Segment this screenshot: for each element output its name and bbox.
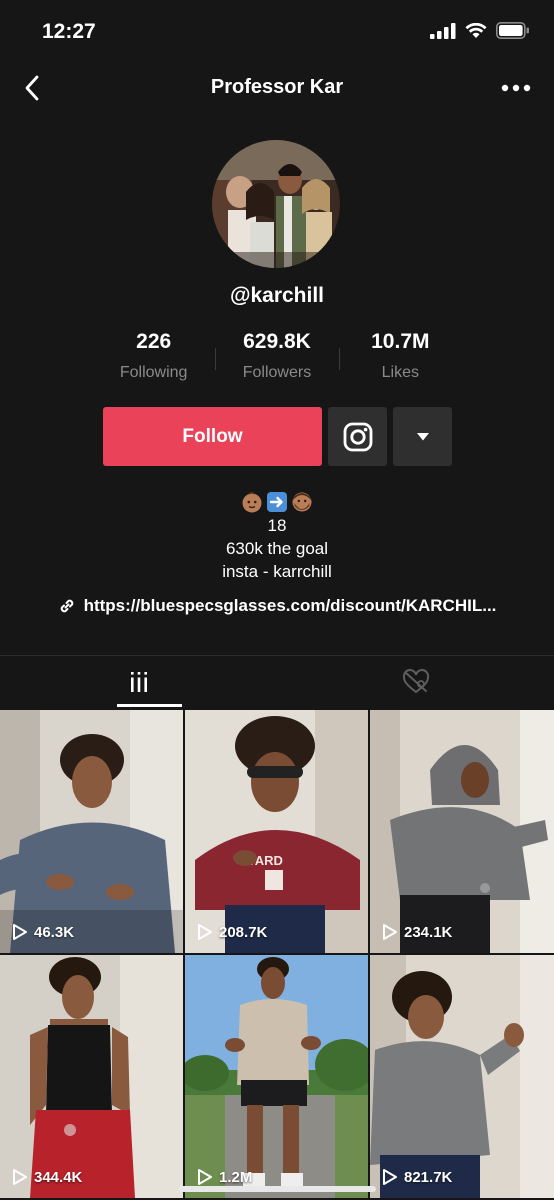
video-thumbnail[interactable]: 821.7K <box>370 955 554 1198</box>
video-thumbnail-image <box>370 710 554 953</box>
home-indicator[interactable] <box>178 1186 376 1192</box>
video-thumbnail-image <box>0 955 183 1198</box>
bio-link-text: https://bluespecsglasses.com/discount/KA… <box>83 596 497 615</box>
stat-following[interactable]: 226 Following <box>92 330 215 382</box>
profile-handle: @karchill <box>229 284 325 307</box>
tab-videos[interactable] <box>0 656 277 708</box>
following-count: 226 <box>136 330 172 353</box>
video-thumbnail[interactable]: 344.4K <box>0 955 183 1198</box>
video-thumbnail-image <box>185 955 368 1198</box>
bearded-man-emoji-icon <box>292 492 312 512</box>
bio-line-goal: 630k the goal <box>225 539 329 558</box>
bio-line-age: 18 <box>267 516 287 535</box>
status-time: 12:27 <box>42 20 96 43</box>
profile-tabs <box>0 655 554 708</box>
suggested-accounts-button[interactable] <box>393 407 452 466</box>
cellular-signal-icon <box>430 22 456 39</box>
tab-liked[interactable] <box>277 656 554 708</box>
right-arrow-emoji-icon <box>267 492 287 512</box>
play-icon <box>198 924 212 940</box>
wifi-icon <box>465 22 487 38</box>
profile-bio: 18 630k the goal insta - karrchill <box>0 490 554 583</box>
instagram-icon <box>343 422 372 451</box>
liked-videos-hidden-icon <box>402 669 429 694</box>
profile-avatar[interactable] <box>212 140 340 268</box>
follow-button[interactable]: Follow <box>103 407 322 466</box>
view-count: 344.4K <box>34 1168 83 1186</box>
play-icon <box>383 1169 397 1185</box>
status-icons <box>430 22 530 39</box>
video-views: 1.2M <box>197 1168 252 1186</box>
likes-count: 10.7M <box>371 330 430 353</box>
active-tab-indicator <box>117 704 182 707</box>
video-thumbnail-image <box>0 710 183 953</box>
view-count: 234.1K <box>404 923 453 941</box>
view-count: 821.7K <box>404 1168 453 1186</box>
caret-down-icon <box>416 432 429 440</box>
video-thumbnail[interactable]: 1.2M <box>185 955 368 1198</box>
more-options-button[interactable] <box>496 74 536 102</box>
avatar-photo <box>212 140 340 268</box>
bio-link[interactable]: https://bluespecsglasses.com/discount/KA… <box>0 596 554 616</box>
status-bar: 12:27 <box>0 0 554 64</box>
video-thumbnail[interactable]: VARD 208.7K <box>185 710 368 953</box>
play-icon <box>198 1169 212 1185</box>
followers-label: Followers <box>242 364 312 381</box>
video-grid-icon <box>130 672 147 692</box>
battery-icon <box>496 22 529 39</box>
instagram-button[interactable] <box>328 407 387 466</box>
play-icon <box>383 924 397 940</box>
link-icon <box>60 599 73 613</box>
view-count: 208.7K <box>219 923 268 941</box>
page-title: Professor Kar <box>210 76 344 98</box>
video-views: 344.4K <box>12 1168 82 1186</box>
bio-emojis <box>0 490 554 514</box>
video-views: 46.3K <box>12 923 74 941</box>
video-views: 234.1K <box>382 923 452 941</box>
video-views: 208.7K <box>197 923 267 941</box>
profile-actions: Follow <box>103 407 452 466</box>
baby-face-emoji-icon <box>242 491 262 513</box>
view-count: 1.2M <box>219 1168 253 1186</box>
video-thumbnail[interactable]: 234.1K <box>370 710 554 953</box>
bio-line-insta: insta - karrchill <box>222 562 332 581</box>
more-horizontal-icon <box>501 84 531 92</box>
play-icon <box>13 1169 27 1185</box>
profile-header: Professor Kar <box>0 64 554 114</box>
likes-label: Likes <box>381 364 419 381</box>
video-thumbnail-image <box>370 955 554 1198</box>
stat-followers[interactable]: 629.8K Followers <box>215 330 338 382</box>
video-grid: 46.3K VARD 208.7K 234.1K 344.4K 1.2M 821… <box>0 710 554 1198</box>
video-views: 821.7K <box>382 1168 452 1186</box>
video-thumbnail-image: VARD <box>185 710 368 953</box>
video-thumbnail[interactable]: 46.3K <box>0 710 183 953</box>
play-icon <box>13 924 27 940</box>
followers-count: 629.8K <box>243 330 311 353</box>
following-label: Following <box>119 364 188 381</box>
stat-likes: 10.7M Likes <box>338 330 462 382</box>
profile-stats: 226 Following 629.8K Followers 10.7M Lik… <box>92 330 462 382</box>
view-count: 46.3K <box>34 923 75 941</box>
